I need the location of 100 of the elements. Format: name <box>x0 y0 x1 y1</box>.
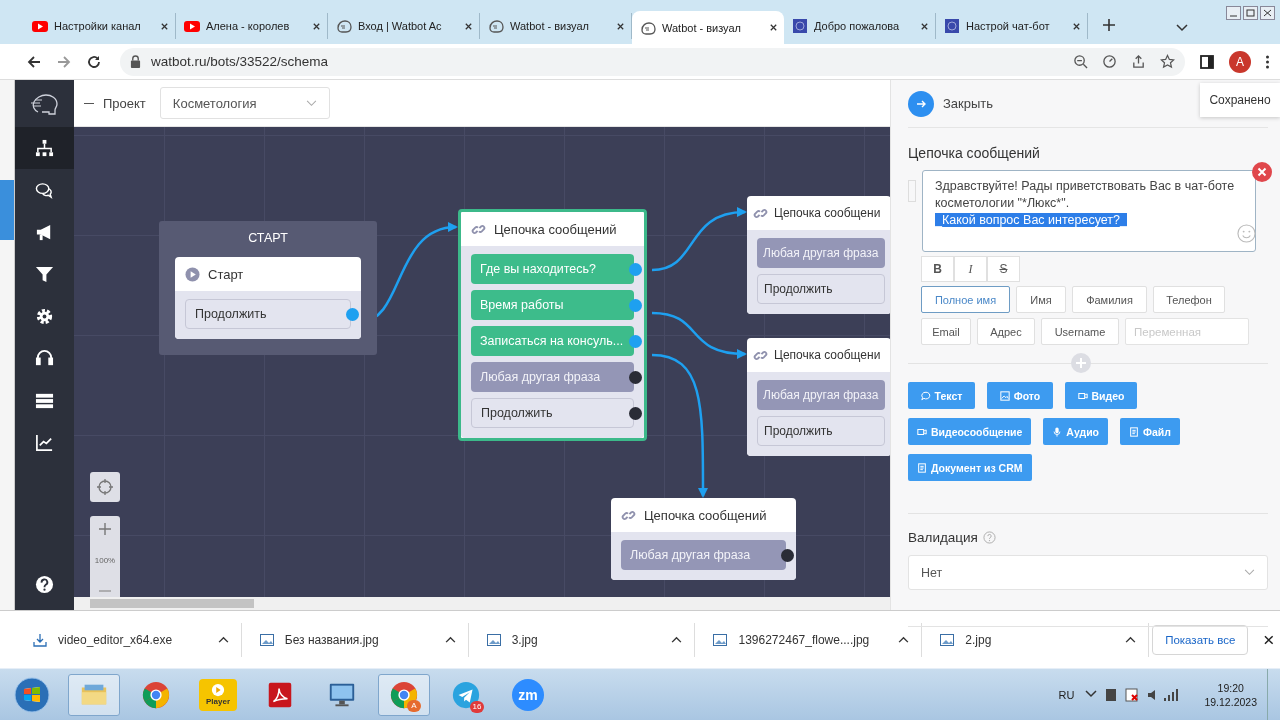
arrow-circle-icon[interactable] <box>908 90 934 117</box>
file-name[interactable]: 1396272467_flowe....jpg <box>738 632 889 647</box>
message-field[interactable]: Здравствуйте! Рады приветствовать Вас в чат-боте косметологии "*Люкс*". _Какой вопрос Вас интересует?_ <box>922 170 1256 252</box>
zoom-out-icon[interactable] <box>1073 54 1088 69</box>
chat-icon[interactable] <box>35 180 54 200</box>
chart-icon[interactable] <box>35 432 54 452</box>
continue-button[interactable]: Продолжить <box>757 416 885 446</box>
video-camera-icon[interactable] <box>1077 390 1088 401</box>
browser-logo-icon[interactable] <box>389 679 419 710</box>
validation-dropdown[interactable]: Нет <box>908 555 1268 590</box>
share-icon[interactable] <box>1131 54 1146 69</box>
file-name[interactable]: video_editor_x64.exe <box>58 632 208 647</box>
continue-button[interactable]: Продолжить <box>757 274 885 304</box>
message-chain-node[interactable]: Цепочка сообщений Где вы находитесь? Время работы Записаться на консуль... Любая другая фраза Продолжить <box>458 209 647 441</box>
gauge-icon[interactable] <box>1102 54 1117 69</box>
new-tab-icon[interactable] <box>1102 18 1116 32</box>
close-icon[interactable] <box>160 21 169 31</box>
continue-button[interactable]: Продолжить <box>185 299 351 329</box>
crosshair-icon[interactable] <box>97 479 113 495</box>
microphone-icon[interactable] <box>1052 426 1063 437</box>
image-file-icon[interactable] <box>712 631 729 648</box>
robot-head-icon <box>640 19 656 36</box>
browser-tab[interactable]: Watbot - визуал <box>632 11 784 44</box>
horizontal-scrollbar[interactable] <box>74 597 890 610</box>
variable-chip[interactable]: Фамилия <box>1072 286 1147 313</box>
browser-tab[interactable]: Настрой чат-бот <box>936 13 1088 39</box>
close-icon[interactable] <box>1072 21 1081 31</box>
close-icon[interactable] <box>1264 634 1274 645</box>
caret-up-icon[interactable] <box>671 636 683 643</box>
window-controls-icon[interactable] <box>1226 6 1276 22</box>
play-icon <box>211 683 225 697</box>
start-button-icon[interactable] <box>14 676 50 713</box>
browser-tab[interactable]: Настройки канал <box>24 13 176 39</box>
video-camera-icon[interactable] <box>917 426 927 437</box>
close-icon[interactable] <box>312 21 321 31</box>
back-arrow-icon[interactable] <box>26 53 42 70</box>
format-button[interactable]: S <box>987 256 1020 282</box>
profile-avatar[interactable]: A <box>1229 50 1251 73</box>
language-indicator[interactable]: RU <box>1058 688 1075 701</box>
back-link[interactable]: Проект <box>84 95 146 111</box>
message-chain-node[interactable]: Цепочка сообщений Любая другая фраза <box>611 498 796 580</box>
caret-up-icon[interactable] <box>444 636 456 643</box>
message-chain-node[interactable]: Цепочка сообщени Любая другая фраза Продолжить <box>747 338 890 456</box>
variable-chip[interactable]: Полное имя <box>921 286 1010 313</box>
file-name[interactable]: 3.jpg <box>511 632 662 647</box>
variable-chip[interactable]: Телефон <box>1153 286 1225 313</box>
image-file-icon[interactable] <box>258 631 275 648</box>
caret-up-icon[interactable] <box>217 636 229 643</box>
variable-chip[interactable]: Адрес <box>977 318 1035 345</box>
paper-plane-icon[interactable] <box>451 679 481 710</box>
file-name[interactable]: Без названия.jpg <box>284 632 435 647</box>
clock[interactable]: 19:20 19.12.2023 <box>1204 680 1257 709</box>
caret-up-icon[interactable] <box>898 636 910 643</box>
menu-icon[interactable] <box>1265 53 1270 70</box>
caret-up-icon[interactable] <box>1125 636 1137 643</box>
filter-icon[interactable] <box>35 264 54 284</box>
center-view-button[interactable] <box>90 472 120 502</box>
delete-icon[interactable] <box>1252 162 1272 182</box>
speech-bubble-icon[interactable] <box>920 390 931 401</box>
browser-tab[interactable]: Алена - королев <box>176 13 328 39</box>
download-icon[interactable] <box>32 631 48 648</box>
star-icon[interactable] <box>1160 54 1175 69</box>
variable-chip[interactable]: Email <box>921 318 971 345</box>
format-button[interactable]: B <box>921 256 954 282</box>
lock-icon[interactable] <box>130 55 141 68</box>
close-button[interactable]: Закрыть <box>908 90 994 117</box>
file-name[interactable]: 2.jpg <box>965 632 1116 647</box>
sitemap-icon[interactable] <box>35 138 54 158</box>
close-icon[interactable] <box>769 23 778 32</box>
start-node[interactable]: Старт Продолжить <box>175 257 361 339</box>
show-all-button[interactable]: Показать все <box>1152 624 1249 655</box>
image-file-icon[interactable] <box>485 631 502 648</box>
close-icon[interactable] <box>616 21 625 31</box>
forward-arrow-icon[interactable] <box>56 53 72 70</box>
taskbar-app[interactable]: 16 <box>440 673 492 716</box>
continue-button[interactable]: Продолжить <box>471 398 634 428</box>
image-file-icon[interactable] <box>939 631 956 648</box>
project-dropdown[interactable]: Косметология <box>159 87 330 119</box>
browser-tab[interactable]: Вход | Watbot Ac <box>328 13 480 39</box>
close-icon[interactable] <box>464 21 473 31</box>
message-chain-node[interactable]: Цепочка сообщени Любая другая фраза Продолжить <box>747 196 890 314</box>
gear-icon[interactable] <box>35 306 54 326</box>
browser-logo-icon[interactable] <box>141 679 171 710</box>
player-app-icon[interactable]: Player <box>199 678 237 711</box>
headset-icon[interactable] <box>35 348 54 368</box>
start-group[interactable]: СТАРТ Старт Продолжить <box>159 221 377 355</box>
help-icon[interactable] <box>35 575 54 594</box>
taskbar-app[interactable]: Player <box>192 673 244 716</box>
drag-handle[interactable] <box>908 180 916 202</box>
address-field[interactable]: watbot.ru/bots/33522/schema <box>120 47 1185 76</box>
variable-chip[interactable]: Username <box>1041 318 1119 345</box>
variable-chip[interactable]: Имя <box>1016 286 1066 313</box>
head-logo-icon[interactable] <box>29 91 60 116</box>
browser-tab[interactable]: Добро пожалова <box>784 13 936 39</box>
close-icon[interactable] <box>920 21 929 31</box>
sidebar-item[interactable] <box>15 127 74 169</box>
side-panel-icon[interactable] <box>1199 53 1215 70</box>
reload-icon[interactable] <box>86 53 102 70</box>
chevron-down-icon[interactable] <box>1176 24 1188 32</box>
format-button[interactable]: I <box>954 256 987 282</box>
